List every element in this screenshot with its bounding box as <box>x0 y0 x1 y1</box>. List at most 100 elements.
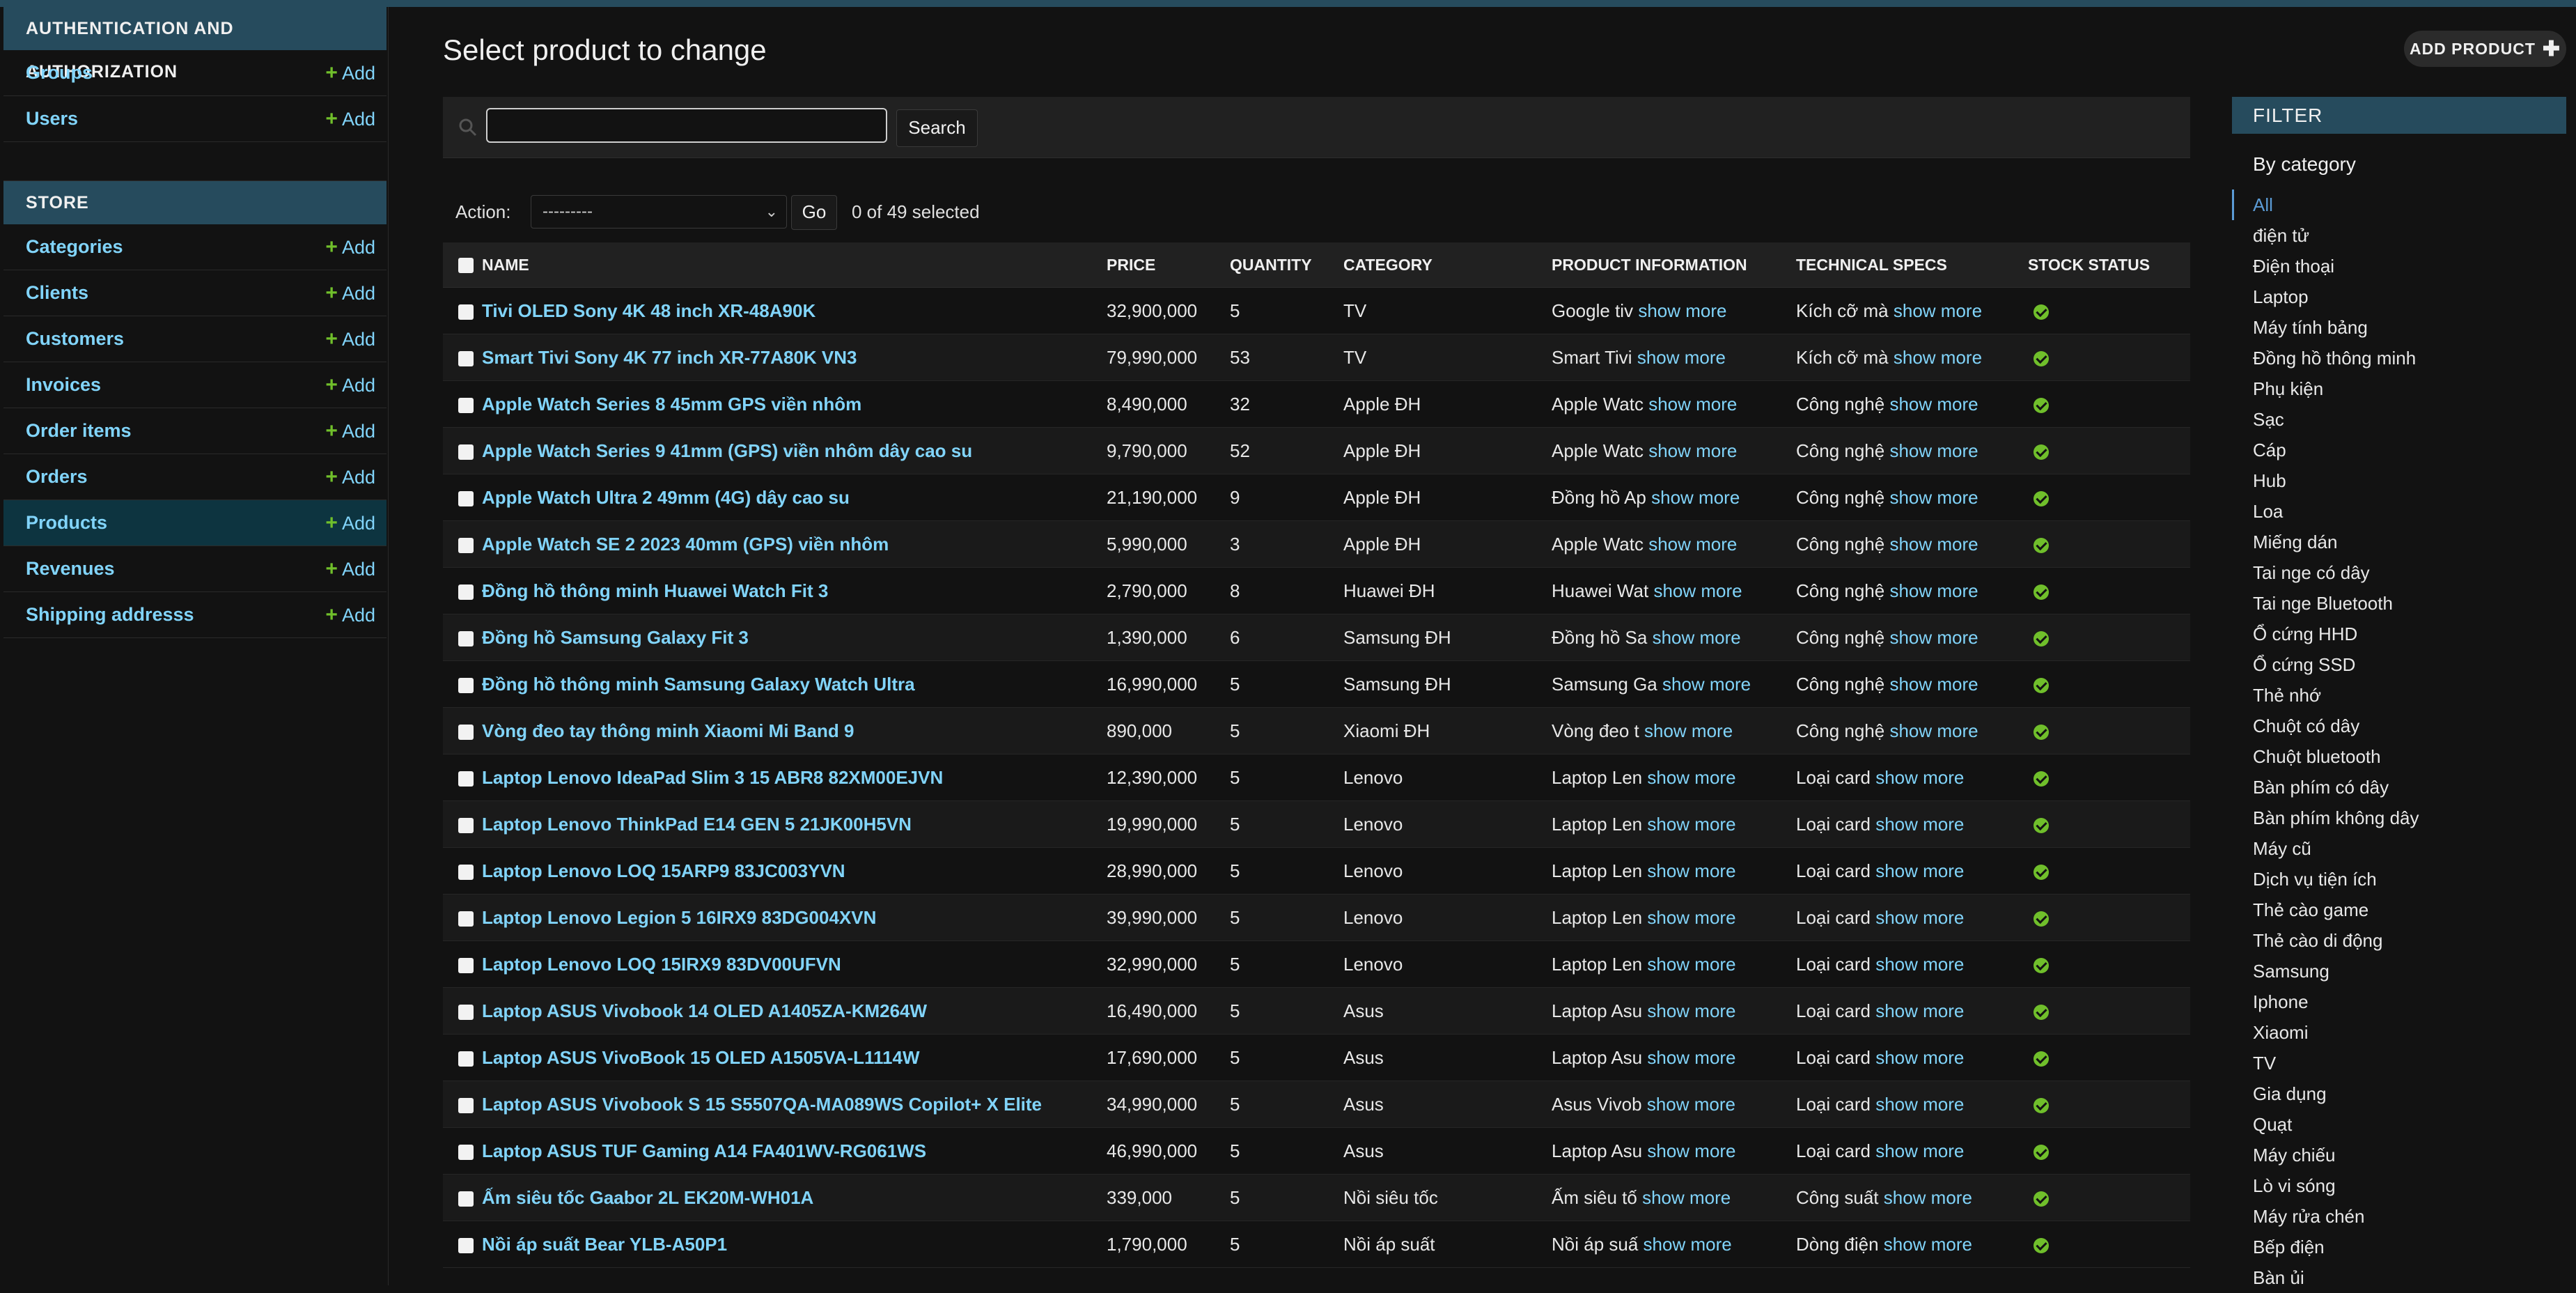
show-more-link[interactable]: show more <box>1889 487 1978 508</box>
show-more-link[interactable]: show more <box>1644 1234 1732 1255</box>
row-checkbox[interactable] <box>458 724 474 740</box>
filter-option-ban-phim-khong-day[interactable]: Bàn phím không dây <box>2232 803 2566 833</box>
add-orders-link[interactable]: + Add <box>325 454 375 500</box>
product-name-link[interactable]: Laptop Lenovo Legion 5 16IRX9 83DG004XVN <box>482 907 876 928</box>
show-more-link[interactable]: show more <box>1894 300 1982 321</box>
filter-option-lo-vi-song[interactable]: Lò vi sóng <box>2232 1170 2566 1201</box>
show-more-link[interactable]: show more <box>1653 580 1742 601</box>
product-name-link[interactable]: Apple Watch Series 8 45mm GPS viền nhôm <box>482 394 861 415</box>
add-categories-link[interactable]: + Add <box>325 224 375 270</box>
show-more-link[interactable]: show more <box>1647 767 1735 788</box>
add-products-link[interactable]: + Add <box>325 500 375 546</box>
filter-option-ban-ui[interactable]: Bàn ủi <box>2232 1262 2566 1293</box>
column-header-stock-status[interactable]: Stock status <box>2028 242 2190 288</box>
row-checkbox[interactable] <box>458 677 474 693</box>
filter-option-iphone[interactable]: Iphone <box>2232 986 2566 1017</box>
table-row[interactable]: Laptop Lenovo LOQ 15ARP9 83JC003YVN 28,99… <box>443 847 2190 895</box>
row-checkbox[interactable] <box>458 304 474 320</box>
show-more-link[interactable]: show more <box>1875 1000 1964 1021</box>
add-clients-link[interactable]: + Add <box>325 270 375 316</box>
column-header-category[interactable]: Category <box>1343 242 1552 288</box>
row-checkbox[interactable] <box>458 1237 474 1253</box>
column-header-price[interactable]: Price <box>1107 242 1230 288</box>
filter-option-samsung[interactable]: Samsung <box>2232 956 2566 986</box>
filter-option-gia-dung[interactable]: Gia dụng <box>2232 1078 2566 1109</box>
search-button[interactable]: Search <box>896 109 978 147</box>
table-row[interactable]: Ấm siêu tốc Gaabor 2L EK20M-WH01A 339,000… <box>443 1174 2190 1221</box>
filter-option-phu-kien[interactable]: Phụ kiện <box>2232 373 2566 404</box>
sidebar-item-link[interactable]: Categories <box>26 224 123 270</box>
show-more-link[interactable]: show more <box>1889 674 1978 695</box>
filter-option-hub[interactable]: Hub <box>2232 465 2566 496</box>
show-more-link[interactable]: show more <box>1647 814 1735 835</box>
row-checkbox[interactable] <box>458 397 474 413</box>
product-name-link[interactable]: Tivi OLED Sony 4K 48 inch XR-48A90K <box>482 300 815 321</box>
filter-option-cap[interactable]: Cáp <box>2232 435 2566 465</box>
filter-option-chuot-co-day[interactable]: Chuột có dây <box>2232 711 2566 741</box>
product-name-link[interactable]: Laptop Lenovo IdeaPad Slim 3 15 ABR8 82X… <box>482 767 943 788</box>
sidebar-item-link[interactable]: Revenues <box>26 546 115 591</box>
table-row[interactable]: Laptop Lenovo IdeaPad Slim 3 15 ABR8 82X… <box>443 754 2190 801</box>
row-checkbox[interactable] <box>458 630 474 646</box>
show-more-link[interactable]: show more <box>1875 1094 1964 1115</box>
add-invoices-link[interactable]: + Add <box>325 362 375 408</box>
filter-option-mieng-dan[interactable]: Miếng dán <box>2232 527 2566 557</box>
show-more-link[interactable]: show more <box>1875 814 1964 835</box>
filter-option-the-cao-game[interactable]: Thẻ cào game <box>2232 895 2566 925</box>
filter-option-loa[interactable]: Loa <box>2232 496 2566 527</box>
add-revenues-link[interactable]: + Add <box>325 546 375 592</box>
table-row[interactable]: Apple Watch SE 2 2023 40mm (GPS) viền nh… <box>443 520 2190 568</box>
row-checkbox[interactable] <box>458 1144 474 1160</box>
row-checkbox[interactable] <box>458 1097 474 1113</box>
product-name-link[interactable]: Laptop ASUS TUF Gaming A14 FA401WV-RG061… <box>482 1140 926 1161</box>
show-more-link[interactable]: show more <box>1647 1094 1735 1115</box>
filter-option-dich-vu-tien-ich[interactable]: Dịch vụ tiện ích <box>2232 864 2566 895</box>
filter-option-may-rua-chen[interactable]: Máy rửa chén <box>2232 1201 2566 1232</box>
sidebar-item-link[interactable]: Shipping addresss <box>26 592 194 637</box>
table-row[interactable]: Đồng hồ Samsung Galaxy Fit 3 1,390,000 6 Sa… <box>443 614 2190 661</box>
sidebar-item-link[interactable]: Groups <box>26 50 93 95</box>
show-more-link[interactable]: show more <box>1889 720 1978 741</box>
filter-option-tv[interactable]: TV <box>2232 1048 2566 1078</box>
product-name-link[interactable]: Vòng đeo tay thông minh Xiaomi Mi Band 9 <box>482 720 854 741</box>
row-checkbox[interactable] <box>458 864 474 880</box>
filter-option-may-chieu[interactable]: Máy chiếu <box>2232 1140 2566 1170</box>
show-more-link[interactable]: show more <box>1647 1000 1735 1021</box>
sidebar-item-link[interactable]: Products <box>26 500 107 545</box>
add-groups-link[interactable]: + Add <box>325 50 375 96</box>
product-name-link[interactable]: Laptop Lenovo LOQ 15ARP9 83JC003YVN <box>482 860 845 881</box>
filter-option-dien-thoai[interactable]: Điện thoại <box>2232 251 2566 281</box>
show-more-link[interactable]: show more <box>1648 394 1737 415</box>
filter-option-the-nho[interactable]: Thẻ nhớ <box>2232 680 2566 711</box>
show-more-link[interactable]: show more <box>1637 347 1726 368</box>
column-header-product-information[interactable]: Product information <box>1552 242 1796 288</box>
table-row[interactable]: Apple Watch Ultra 2 49mm (4G) dây cao su… <box>443 474 2190 521</box>
add-customers-link[interactable]: + Add <box>325 316 375 362</box>
filter-option-all[interactable]: All <box>2232 189 2566 220</box>
row-checkbox[interactable] <box>458 817 474 833</box>
show-more-link[interactable]: show more <box>1647 907 1735 928</box>
table-row[interactable]: Đồng hồ thông minh Samsung Galaxy Watch … <box>443 660 2190 708</box>
product-name-link[interactable]: Đồng hồ thông minh Samsung Galaxy Watch … <box>482 674 915 695</box>
filter-option-sac[interactable]: Sạc <box>2232 404 2566 435</box>
sidebar-item-link[interactable]: Clients <box>26 270 88 316</box>
table-row[interactable]: Laptop Lenovo Legion 5 16IRX9 83DG004XVN… <box>443 894 2190 941</box>
show-more-link[interactable]: show more <box>1662 674 1751 695</box>
show-more-link[interactable]: show more <box>1647 860 1735 881</box>
row-checkbox[interactable] <box>458 444 474 460</box>
product-name-link[interactable]: Laptop Lenovo LOQ 15IRX9 83DV00UFVN <box>482 954 841 975</box>
product-name-link[interactable]: Laptop ASUS Vivobook 14 OLED A1405ZA-KM2… <box>482 1000 927 1021</box>
product-name-link[interactable]: Smart Tivi Sony 4K 77 inch XR-77A80K VN3 <box>482 347 857 368</box>
module-caption[interactable]: Authentication and Authorization <box>3 7 387 82</box>
table-row[interactable]: Smart Tivi Sony 4K 77 inch XR-77A80K VN3… <box>443 334 2190 381</box>
show-more-link[interactable]: show more <box>1884 1234 1972 1255</box>
filter-option-o-cung-hhd[interactable]: Ổ cứng HHD <box>2232 619 2566 649</box>
add-product-button[interactable]: ADD PRODUCT ✚ <box>2404 31 2566 67</box>
sidebar-item-link[interactable]: Invoices <box>26 362 101 408</box>
filter-option-may-tinh-bang[interactable]: Máy tính bảng <box>2232 312 2566 343</box>
search-input[interactable] <box>486 108 887 143</box>
table-row[interactable]: Laptop ASUS Vivobook S 15 S5507QA-MA089W… <box>443 1081 2190 1128</box>
show-more-link[interactable]: show more <box>1875 1140 1964 1161</box>
row-checkbox[interactable] <box>458 911 474 927</box>
show-more-link[interactable]: show more <box>1889 440 1978 461</box>
